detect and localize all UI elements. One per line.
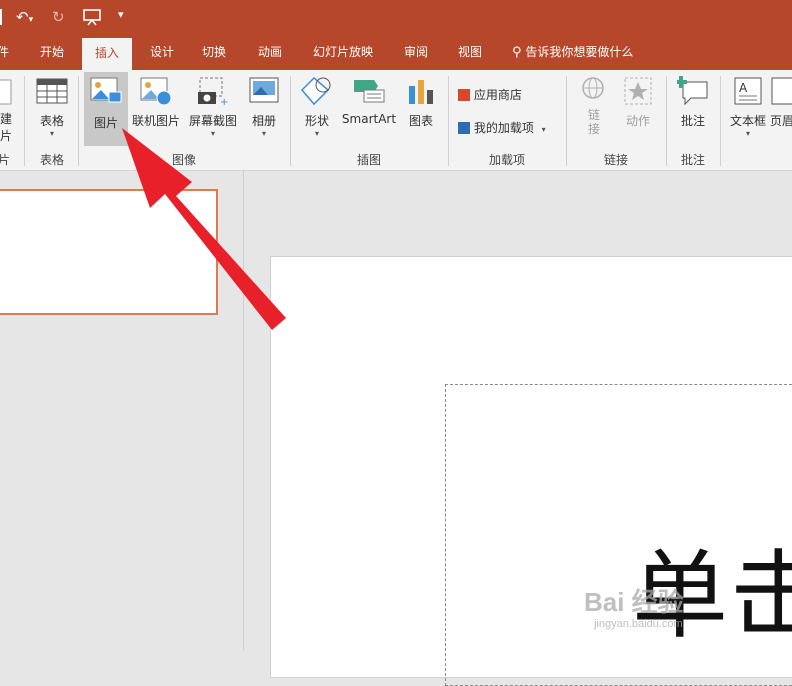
ribbon-tabs: 件 开始 插入 设计 切换 动画 幻灯片放映 审阅 视图 ⚲ 告诉我你想要做什么	[0, 36, 792, 70]
tell-me-search[interactable]: ⚲ 告诉我你想要做什么	[512, 36, 633, 70]
slide-thumbnail-pane	[0, 171, 244, 650]
group-comments-label: 批注	[680, 153, 705, 167]
textbox-button[interactable]: A 文本框 ▾	[726, 76, 770, 139]
store-button[interactable]: 应用商店	[458, 86, 522, 103]
smartart-label: SmartArt	[341, 112, 397, 126]
online-pictures-button[interactable]: 联机图片	[130, 76, 182, 129]
save-icon[interactable]	[0, 9, 2, 25]
shapes-icon	[300, 76, 331, 106]
tab-animations[interactable]: 动画	[248, 36, 292, 70]
comment-label: 批注	[680, 114, 705, 128]
link-label-top: 链	[587, 108, 600, 122]
screenshot-icon: +	[198, 77, 228, 106]
chevron-down-icon: ▾	[49, 129, 54, 138]
textbox-label: 文本框	[729, 114, 766, 128]
tab-home[interactable]: 开始	[30, 36, 74, 70]
tab-transitions[interactable]: 切换	[192, 36, 236, 70]
chart-label: 图表	[408, 114, 433, 128]
ribbon-insert: 建 片 片 表格 ▾ 表格 图片 联机图片 + 屏幕截图 ▾ 相册 ▾ 图像 形…	[0, 70, 792, 171]
tab-design[interactable]: 设计	[140, 36, 184, 70]
customize-toolbar-icon[interactable]: ▾	[118, 8, 124, 21]
group-tables-label: 表格	[39, 153, 64, 167]
separator	[666, 76, 667, 166]
tab-review[interactable]: 审阅	[394, 36, 438, 70]
link-button[interactable]: 链 接	[574, 76, 614, 136]
smartart-button[interactable]: SmartArt	[340, 76, 398, 126]
shapes-button[interactable]: 形状 ▾	[298, 76, 336, 139]
textbox-icon: A	[734, 77, 762, 105]
header-footer-label: 页眉	[770, 114, 792, 128]
comment-icon	[677, 76, 708, 106]
screenshot-label: 屏幕截图	[188, 114, 237, 128]
separator	[720, 76, 721, 166]
separator	[566, 76, 567, 166]
tab-insert[interactable]: 插入	[82, 38, 132, 70]
link-icon	[582, 77, 604, 99]
picture-button[interactable]: 图片	[84, 72, 128, 146]
picture-label: 图片	[93, 116, 118, 130]
my-addins-icon	[458, 122, 470, 134]
photo-album-icon	[249, 77, 279, 103]
group-slides-label: 片	[0, 153, 10, 167]
slide-thumbnail-selected[interactable]	[0, 189, 218, 315]
tab-file[interactable]: 件	[0, 36, 10, 70]
link-label-bottom: 接	[587, 122, 600, 136]
tab-view[interactable]: 视图	[448, 36, 492, 70]
store-icon	[458, 89, 470, 101]
store-label: 应用商店	[473, 88, 522, 102]
new-slide-icon	[0, 79, 12, 105]
online-pictures-label: 联机图片	[131, 114, 180, 128]
action-star-icon	[624, 77, 652, 105]
group-addins-label: 加载项	[488, 153, 525, 167]
photo-album-label: 相册	[251, 114, 276, 128]
chevron-down-icon: ▾	[541, 125, 546, 134]
shapes-label: 形状	[304, 114, 329, 128]
new-slide-label-2: 片	[0, 129, 12, 143]
header-footer-button[interactable]: 页眉	[770, 76, 792, 129]
table-label: 表格	[39, 114, 64, 128]
screenshot-button[interactable]: + 屏幕截图 ▾	[186, 76, 240, 139]
header-footer-icon	[771, 77, 792, 105]
chevron-down-icon: ▾	[210, 129, 215, 138]
search-icon: ⚲	[512, 45, 522, 60]
title-bar: ↶▾ ↻ ▾	[0, 0, 792, 36]
separator	[24, 76, 25, 166]
chevron-down-icon: ▾	[314, 129, 319, 138]
separator	[78, 76, 79, 166]
action-button[interactable]: 动作	[618, 76, 658, 129]
new-slide-button[interactable]: 建 片	[0, 78, 18, 144]
smartart-icon	[354, 80, 385, 103]
table-icon	[36, 78, 68, 104]
group-illustrations-label: 插图	[356, 153, 381, 167]
svg-text:+: +	[220, 97, 228, 106]
chevron-down-icon: ▾	[745, 129, 750, 138]
redo-icon[interactable]: ↻	[52, 8, 65, 26]
chart-icon	[409, 80, 433, 104]
picture-icon	[90, 77, 122, 103]
watermark-url: jingyan.baidu.com	[594, 618, 683, 630]
new-slide-label-1: 建	[0, 112, 12, 126]
comment-button[interactable]: 批注	[672, 76, 714, 129]
action-label: 动作	[625, 114, 650, 128]
separator	[290, 76, 291, 166]
watermark-logo: Bai 经验	[584, 587, 684, 617]
chevron-down-icon: ▾	[261, 129, 266, 138]
group-images-label: 图像	[171, 153, 196, 167]
table-button[interactable]: 表格 ▾	[30, 76, 74, 144]
online-pictures-icon	[140, 77, 172, 106]
group-links-label: 链接	[603, 153, 628, 167]
separator	[448, 76, 449, 166]
chart-button[interactable]: 图表	[402, 76, 440, 129]
start-slideshow-icon[interactable]	[82, 8, 102, 30]
tab-slideshow[interactable]: 幻灯片放映	[302, 36, 384, 70]
undo-icon[interactable]: ↶▾	[16, 8, 33, 26]
tell-me-label: 告诉我你想要做什么	[525, 45, 634, 59]
photo-album-button[interactable]: 相册 ▾	[244, 76, 284, 139]
my-addins-button[interactable]: 我的加载项 ▾	[458, 119, 546, 136]
svg-text:A: A	[739, 81, 748, 95]
my-addins-label: 我的加载项	[473, 121, 534, 135]
